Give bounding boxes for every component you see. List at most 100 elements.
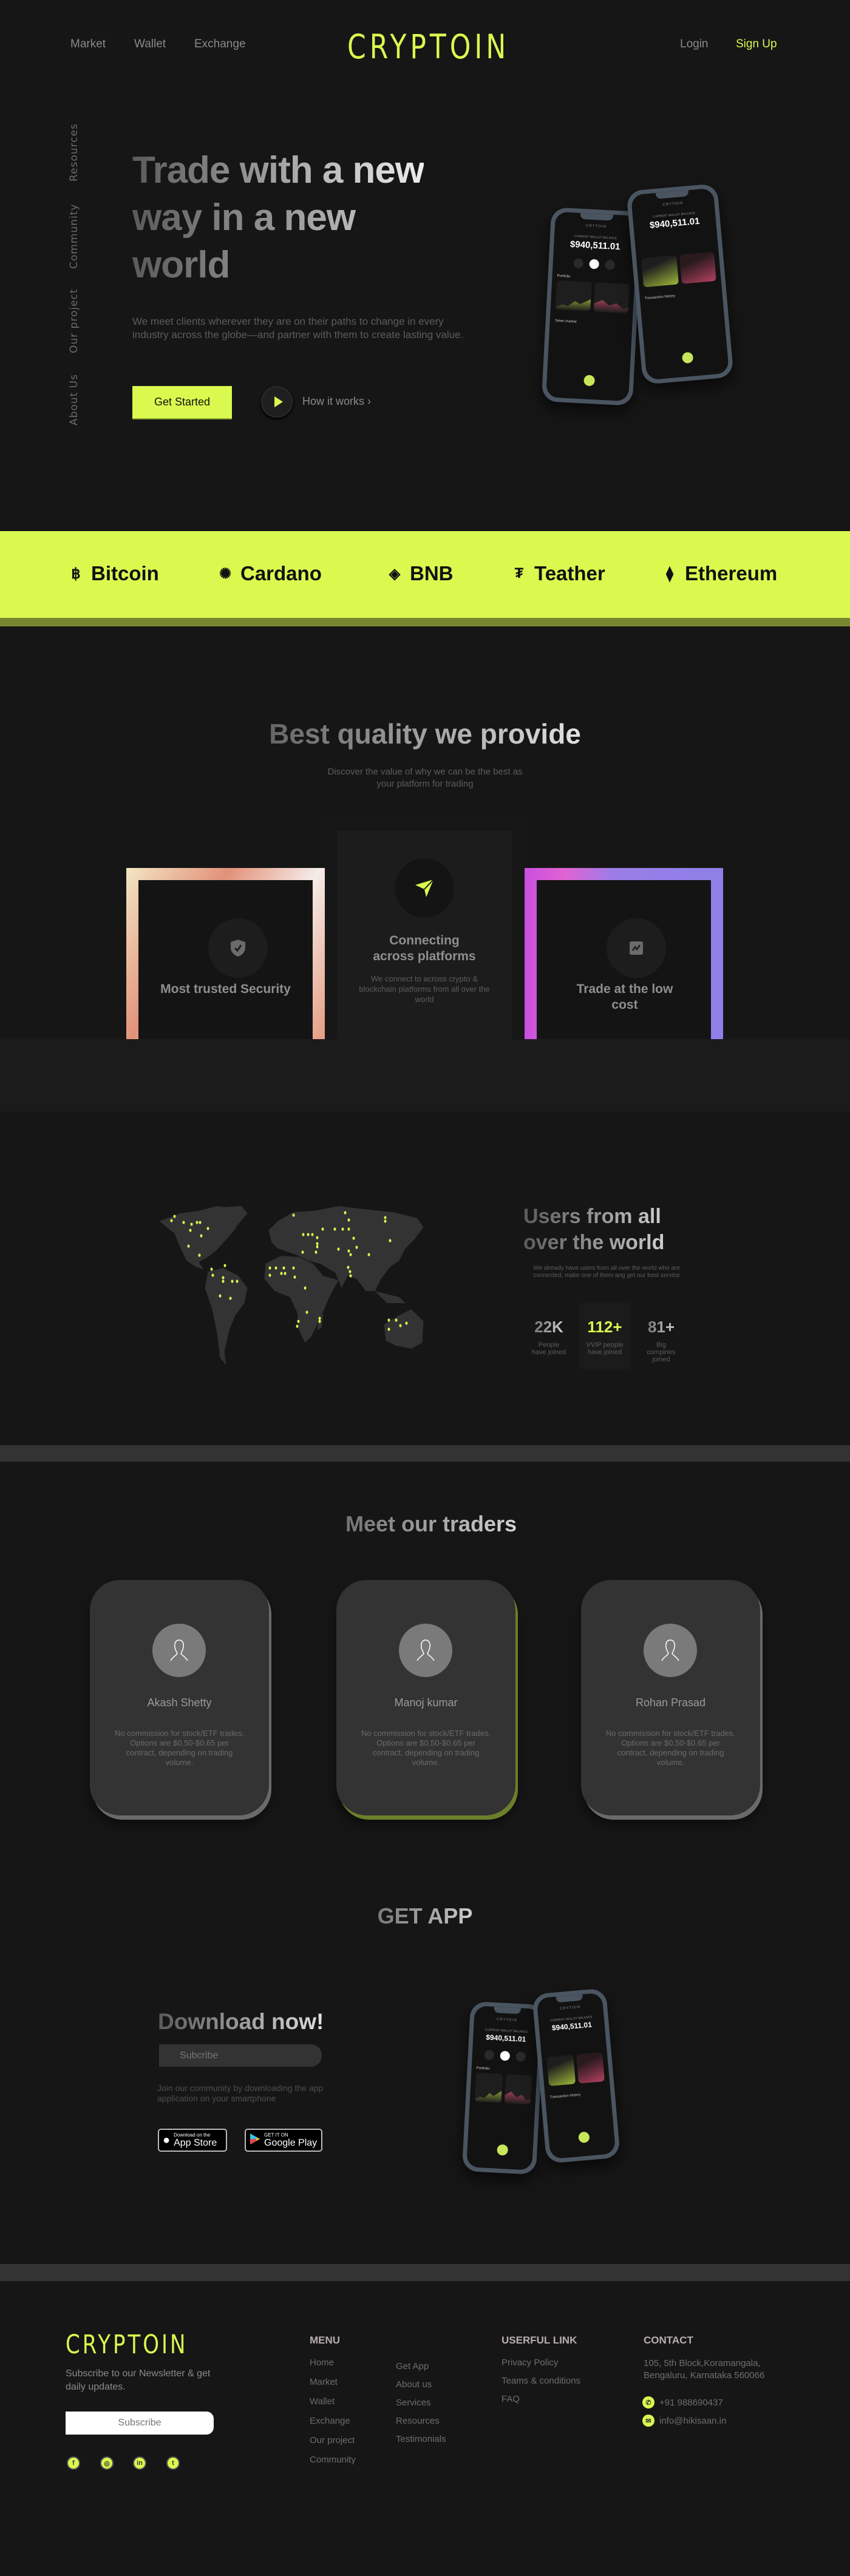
hero-title-line: world [132,242,424,289]
feature-card-connecting[interactable]: Connecting across platforms We connect t… [337,831,512,1039]
footer-links: Privacy Policy Teams & conditions FAQ [501,2357,580,2412]
side-nav-our-project[interactable]: Our project [68,288,80,353]
trader-card[interactable]: Manoj kumar No commission for stock/ETF … [336,1580,515,1815]
user-location-dot [280,1272,283,1275]
nav-wallet[interactable]: Wallet [134,38,166,51]
footer-link[interactable]: Market [310,2377,356,2396]
user-location-dot [311,1233,314,1236]
footer-link[interactable]: Teams & conditions [501,2376,580,2394]
user-location-dot [314,1250,318,1254]
user-location-dot [292,1266,295,1270]
user-location-dot [195,1221,199,1224]
feature-card-security[interactable]: Most trusted Security [126,868,325,1039]
user-location-dot [384,1219,387,1223]
footer-phone[interactable]: ✆ +91 988690437 [642,2396,723,2408]
user-location-dot [182,1221,185,1224]
trader-card[interactable]: Rohan Prasad No commission for stock/ETF… [581,1580,760,1815]
user-location-dot [316,1236,319,1239]
apple-icon: ● [163,2133,171,2147]
footer-menu-title: MENU [310,2334,341,2346]
map-sea-islands [375,1291,406,1303]
footer-email[interactable]: ✉ info@hikisaan.in [642,2415,726,2427]
coin-bnb[interactable]: ◈ BNB [387,562,454,585]
user-location-dot [274,1266,277,1270]
hero-description: We meet clients wherever they are on the… [132,316,464,341]
footer-link[interactable]: Get App [396,2361,446,2379]
user-location-dot [341,1227,344,1231]
trader-description: No commission for stock/ETF trades. Opti… [605,1729,736,1767]
coin-cardano[interactable]: ✺ Cardano [217,562,322,585]
phone-mockup: CRYTOIN CURRENT WALLET BALANCE $940,511.… [541,207,643,406]
coin-tether[interactable]: ₮ Teather [511,562,605,585]
user-location-dot [200,1234,203,1238]
user-location-dot [384,1216,387,1219]
footer-subscribe-input[interactable] [66,2412,214,2435]
footer-link[interactable]: Resources [396,2416,446,2434]
facebook-icon[interactable]: f [67,2456,80,2470]
nav-market[interactable]: Market [70,38,106,51]
google-play-button[interactable]: GET IT ON Google Play [245,2129,322,2152]
user-location-dot [190,1222,193,1226]
section-divider [0,2264,850,2281]
trader-card[interactable]: Akash Shetty No commission for stock/ETF… [90,1580,269,1815]
user-location-dot [268,1266,271,1270]
footer-phone-text: +91 988690437 [659,2397,723,2408]
side-nav-about-us[interactable]: About Us [68,374,80,425]
user-avatar-icon [644,1624,697,1677]
footer-link[interactable]: Community [310,2455,356,2474]
user-location-dot [395,1318,398,1322]
footer-link[interactable]: Services [396,2398,446,2416]
side-nav-resources[interactable]: Resources [68,123,80,181]
signup-link[interactable]: Sign Up [736,38,777,51]
trader-name: Manoj kumar [394,1696,458,1709]
coin-bitcoin[interactable]: ฿ Bitcoin [68,562,158,585]
coin-ethereum[interactable]: ⧫ Ethereum [662,562,777,585]
bitcoin-icon: ฿ [71,565,81,582]
how-it-works-link[interactable]: How it works › [302,395,371,408]
footer-link[interactable]: Our project [310,2435,356,2455]
phone-mockup: CRYTOIN CURRENT WALLET BALANCE $940,511.… [461,2001,545,2175]
user-location-dot [304,1286,307,1290]
footer-link[interactable]: Wallet [310,2396,356,2416]
nav-exchange[interactable]: Exchange [194,38,246,51]
footer-link[interactable]: Exchange [310,2416,356,2435]
user-location-dot [199,1221,202,1224]
user-location-dot [292,1213,295,1217]
user-location-dot [318,1320,321,1323]
twitter-icon[interactable]: t [166,2456,180,2470]
hero-title: Trade with a new way in a new world [132,147,424,289]
user-location-dot [170,1219,173,1222]
side-nav-community[interactable]: Community [68,204,80,269]
footer-link[interactable]: Privacy Policy [501,2357,580,2376]
subscribe-input[interactable] [159,2044,322,2067]
get-started-button[interactable]: Get Started [132,386,232,418]
card-title: Connecting across platforms [373,934,476,963]
user-location-dot [333,1227,336,1231]
ethereum-icon: ⧫ [666,565,673,582]
footer-link[interactable]: Testimonials [396,2434,446,2452]
hero-title-line: Trade with a new [132,147,424,194]
paper-plane-icon [395,858,454,918]
user-location-dot [187,1244,190,1248]
logo[interactable]: CRYPTOIN [347,28,509,67]
app-store-big: App Store [174,2137,217,2148]
app-store-button[interactable]: ● Download on the App Store [158,2129,227,2152]
feature-card-low-cost[interactable]: Trade at the low cost [525,868,723,1039]
footer-link[interactable]: Home [310,2357,356,2377]
chart-icon [607,918,666,978]
phone-mockup: CRYTOIN CURRENT WALLET BALANCE $940,511.… [532,1988,620,2164]
download-heading: Download now! [158,2009,324,2034]
login-link[interactable]: Login [680,38,709,51]
footer-menu-col1: Home Market Wallet Exchange Our project Commu… [310,2357,356,2474]
linkedin-icon[interactable]: in [133,2456,146,2470]
footer-logo[interactable]: CRYPTOIN [66,2330,188,2360]
user-location-dot [387,1318,390,1322]
phone-brand: CRYTOIN [496,2018,517,2023]
footer-link[interactable]: FAQ [501,2394,580,2412]
traders-title: Meet our traders [304,1511,559,1537]
user-location-dot [349,1253,352,1256]
instagram-icon[interactable]: ◎ [100,2456,114,2470]
footer-link[interactable]: About us [396,2379,446,2398]
map-south-america [205,1268,248,1365]
play-icon[interactable] [261,386,293,418]
